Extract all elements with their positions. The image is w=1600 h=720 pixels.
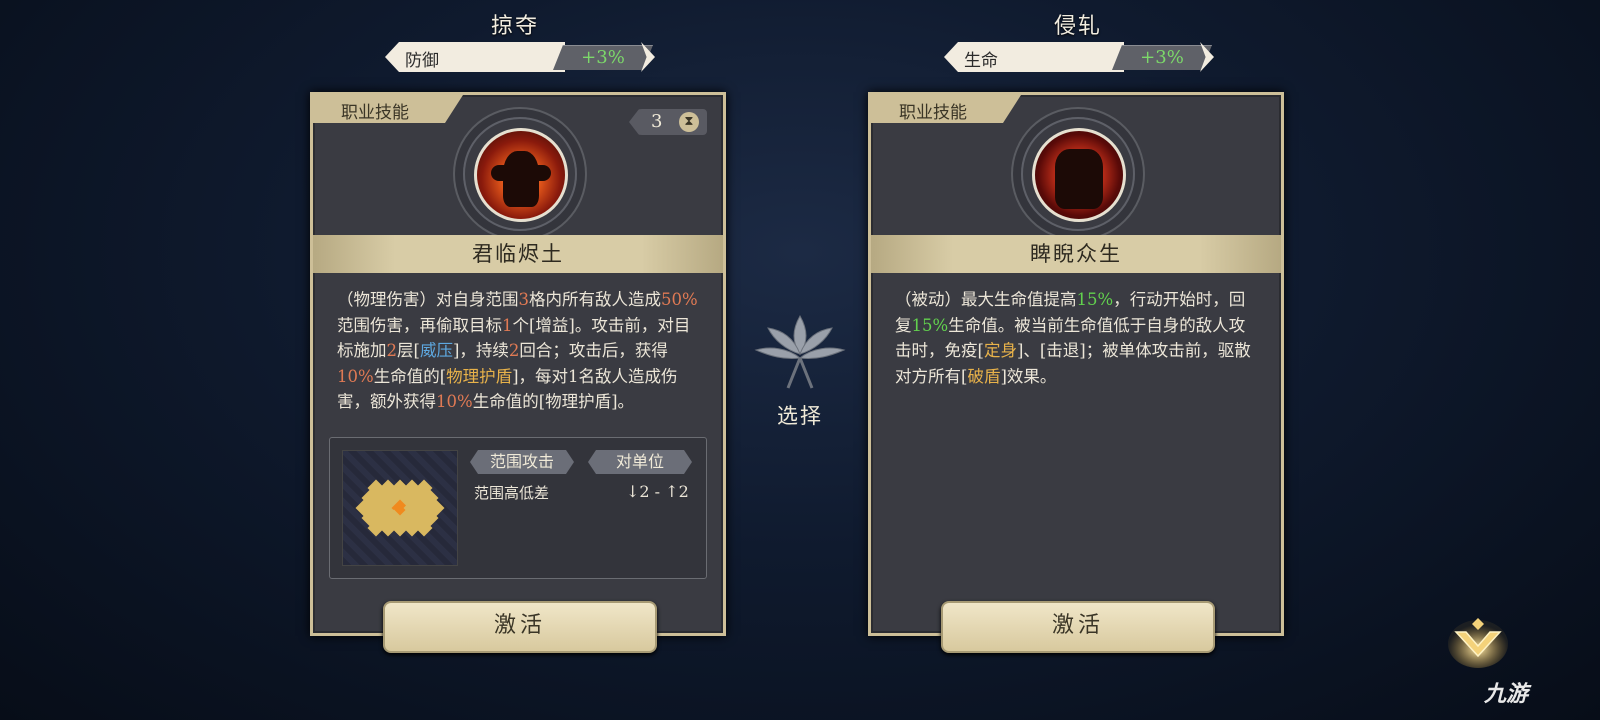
range-attack-tag: 范围攻击 bbox=[470, 450, 574, 474]
right-card-tag-label: 职业技能 bbox=[899, 103, 967, 123]
right-card-tag: 职业技能 bbox=[871, 95, 1021, 123]
collapse-chevron-icon[interactable] bbox=[1446, 610, 1510, 670]
right-bonus-value: +3% bbox=[1140, 47, 1184, 68]
left-skill-card[interactable]: 职业技能 3 ⧗ 君临烬土 （物理伤害）对自身范围3格内所有敌人造成50%范围伤… bbox=[310, 92, 726, 653]
left-card-tag-label: 职业技能 bbox=[341, 103, 409, 123]
left-desc-segment: 2 bbox=[508, 341, 520, 360]
range-grid-thumbnail bbox=[342, 450, 458, 566]
right-desc-segment: （被动）最大生命值提高 bbox=[895, 290, 1077, 309]
right-skill-name-banner: 睥睨众生 bbox=[871, 235, 1281, 273]
left-desc-segment: 50% bbox=[661, 290, 698, 309]
target-unit-tag: 对单位 bbox=[588, 450, 692, 474]
left-activate-label: 激活 bbox=[493, 613, 546, 638]
left-skill-name-banner: 君临烬土 bbox=[313, 235, 723, 273]
right-activate-button[interactable]: 激活 bbox=[941, 601, 1215, 653]
left-desc-segment: 层[ bbox=[397, 341, 420, 360]
left-desc-segment: 10% bbox=[337, 366, 374, 386]
range-info-box: 范围攻击 对单位 范围高低差 ↓2 - ↑2 bbox=[329, 437, 707, 579]
left-card-tag: 职业技能 bbox=[313, 95, 463, 123]
select-emblem-icon[interactable] bbox=[748, 312, 852, 392]
left-desc-segment: （物理伤害）对自身范围 bbox=[337, 290, 519, 309]
left-desc-segment: 范围伤害，再偷取目标 bbox=[337, 315, 502, 335]
left-skill-icon bbox=[463, 117, 577, 231]
right-desc-segment: 定身 bbox=[983, 341, 1017, 360]
left-desc-segment: 3 bbox=[518, 290, 530, 309]
left-skill-name: 君临烬土 bbox=[472, 242, 564, 266]
left-desc-segment: 回合；攻击后，获得 bbox=[519, 341, 668, 360]
right-bonus-label: 生命 bbox=[964, 51, 998, 71]
right-skill-description: （被动）最大生命值提高15%，行动开始时，回复15%生命值。被当前生命值低于自身… bbox=[895, 287, 1257, 389]
left-desc-segment: 生命值的[物理护盾]。 bbox=[472, 392, 635, 411]
right-skill-icon bbox=[1021, 117, 1135, 231]
right-desc-segment: 15% bbox=[911, 315, 949, 335]
range-height-value: ↓2 - ↑2 bbox=[626, 482, 689, 501]
left-bonus-bar: 防御 +3% bbox=[385, 42, 655, 72]
left-desc-segment: 1 bbox=[502, 315, 513, 335]
right-bonus-bar: 生命 +3% bbox=[944, 42, 1214, 72]
left-skill-description: （物理伤害）对自身范围3格内所有敌人造成50%范围伤害，再偷取目标1个[增益]。… bbox=[337, 287, 699, 419]
left-bonus-value: +3% bbox=[581, 47, 625, 68]
left-desc-segment: 物理护盾 bbox=[446, 366, 513, 386]
left-desc-segment: 威压 bbox=[419, 341, 453, 360]
right-desc-segment: 15% bbox=[1076, 290, 1114, 309]
right-desc-segment: 破盾 bbox=[967, 366, 1001, 386]
select-label: 选择 bbox=[777, 404, 823, 428]
hourglass-icon: ⧗ bbox=[679, 112, 699, 132]
right-activate-label: 激活 bbox=[1051, 613, 1104, 638]
cooldown-value: 3 bbox=[651, 111, 663, 132]
left-class-title: 掠夺 bbox=[490, 14, 539, 39]
left-desc-segment: ]，持续 bbox=[452, 341, 509, 360]
range-height-label: 范围高低差 bbox=[474, 484, 550, 502]
left-desc-segment: 10% bbox=[436, 392, 473, 411]
left-bonus-label: 防御 bbox=[405, 51, 439, 71]
right-skill-card[interactable]: 职业技能 睥睨众生 （被动）最大生命值提高15%，行动开始时，回复15%生命值。… bbox=[868, 92, 1284, 653]
right-class-title: 侵轧 bbox=[1053, 14, 1102, 39]
left-desc-segment: 格内所有敌人造成 bbox=[529, 290, 661, 309]
watermark-logo: 九游 bbox=[1484, 682, 1529, 707]
right-skill-name: 睥睨众生 bbox=[1030, 242, 1122, 266]
left-activate-button[interactable]: 激活 bbox=[383, 601, 657, 653]
left-desc-segment: 生命值的[ bbox=[373, 366, 447, 386]
right-desc-segment: ]效果。 bbox=[1000, 366, 1057, 386]
left-desc-segment: 2 bbox=[386, 341, 398, 360]
cooldown-counter: 3 ⧗ bbox=[629, 109, 707, 135]
